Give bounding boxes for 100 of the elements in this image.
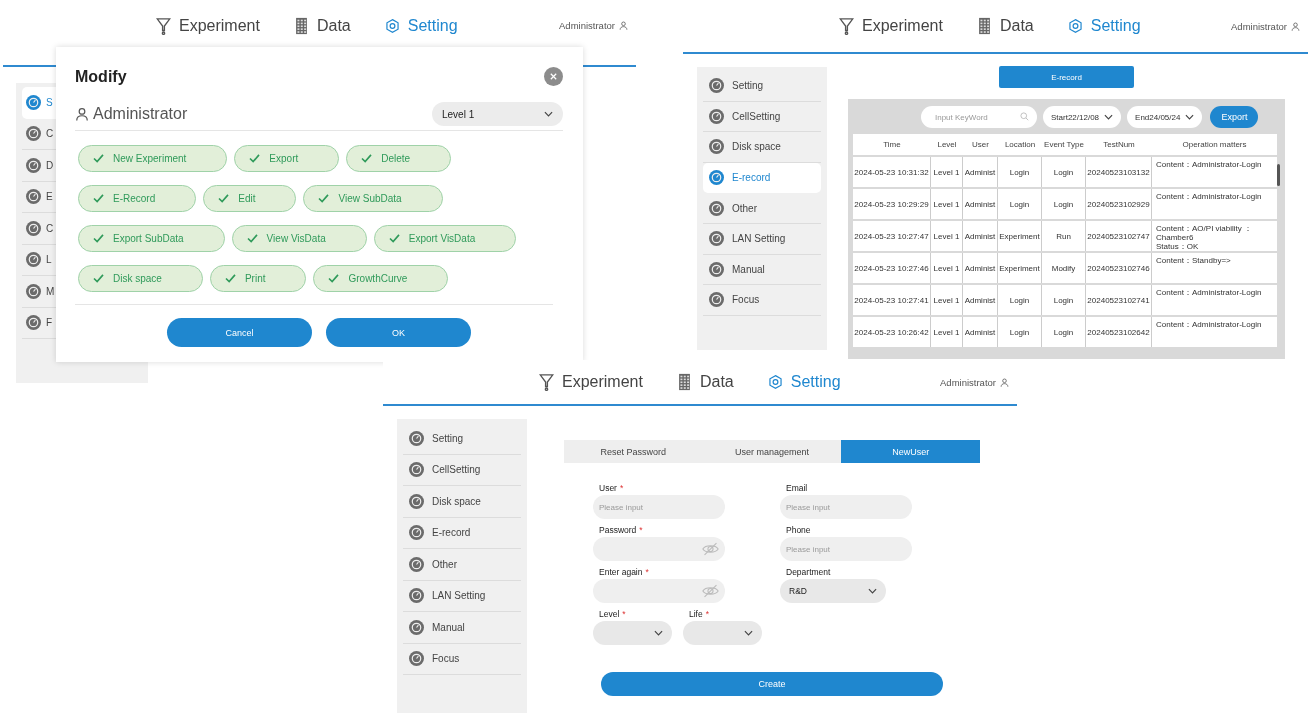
select-field[interactable] — [683, 621, 762, 645]
sidebar-item[interactable]: Disk space — [403, 486, 521, 518]
user-name: Administrator — [559, 20, 615, 31]
dialog-title: Modify — [75, 67, 127, 86]
circle-icon — [26, 252, 41, 268]
sidebar-item[interactable]: CellSetting — [703, 101, 821, 133]
table-cell-text: Content：AO/PI viability ：Chamber6 Status：OK — [1155, 223, 1254, 251]
circle-icon — [409, 430, 424, 446]
grid-icon — [976, 17, 992, 35]
sidebar-item[interactable]: LAN Setting — [703, 223, 821, 255]
sidebar-item[interactable]: Setting — [703, 71, 821, 102]
table-cell: Level 1 — [931, 189, 963, 219]
field-label: Level — [599, 609, 620, 619]
start-date-select[interactable]: Start22/12/08 — [1043, 106, 1122, 128]
check-icon — [328, 274, 340, 283]
circle-icon — [709, 139, 724, 155]
table-cell: Experiment — [998, 221, 1042, 251]
table-cell: Administ — [963, 285, 998, 315]
nav-tab[interactable]: Setting — [384, 16, 458, 35]
check-icon — [218, 194, 230, 203]
nav-tab[interactable]: Data — [676, 373, 734, 391]
funnel-icon — [839, 17, 854, 35]
password-field[interactable] — [593, 579, 725, 603]
level-select[interactable]: Level 1 — [432, 102, 563, 126]
sidebar-item[interactable]: Other — [403, 549, 521, 581]
sidebar-item[interactable]: LAN Setting — [403, 580, 521, 612]
person-icon — [1000, 377, 1009, 387]
sidebar-item[interactable]: Other — [703, 193, 821, 224]
check-icon — [388, 234, 400, 243]
nav-tab[interactable]: Data — [293, 16, 351, 35]
password-field[interactable] — [593, 537, 725, 561]
tab[interactable]: NewUser — [841, 440, 980, 463]
sidebar-item[interactable]: Focus — [703, 285, 821, 316]
required-mark: * — [619, 483, 624, 493]
table-cell: 2024-05-23 10:27:47 — [853, 221, 931, 251]
table-cell-text: Content：Administrator-Login — [1155, 319, 1263, 331]
close-button[interactable] — [544, 67, 563, 86]
input-field[interactable]: Please input — [593, 495, 725, 519]
circle-icon — [26, 283, 41, 299]
nav-tab[interactable]: Experiment — [539, 373, 643, 391]
caret-icon — [1104, 114, 1114, 120]
sidebar-item[interactable]: Setting — [403, 423, 521, 455]
circle-icon — [26, 189, 41, 205]
circle-icon — [709, 170, 724, 186]
column-header: Operation matters — [1181, 139, 1248, 151]
table-cell: 2024-05-23 10:26:42 — [853, 317, 931, 347]
export-button[interactable]: Export — [1210, 106, 1259, 128]
circle-icon — [26, 220, 41, 236]
tab[interactable]: User management — [702, 440, 842, 463]
table-cell: Login — [1042, 157, 1086, 187]
search-icon — [1020, 111, 1029, 121]
sidebar-item[interactable]: Manual — [703, 254, 821, 286]
check-icon — [93, 234, 104, 243]
scrollbar-thumb[interactable] — [1277, 164, 1280, 186]
circle-icon — [709, 261, 724, 277]
department-select[interactable]: R&D — [780, 579, 886, 603]
circle-icon — [409, 493, 424, 509]
required-mark: * — [622, 609, 626, 619]
gear-icon — [767, 373, 783, 391]
grid-icon — [676, 373, 692, 391]
caret-icon — [744, 630, 753, 636]
sidebar-item[interactable]: E-record — [403, 517, 521, 549]
nav-tab[interactable]: Experiment — [839, 17, 943, 35]
nav-tab[interactable]: Setting — [1067, 17, 1141, 35]
required-mark: * — [705, 609, 710, 619]
table-cell: 2024-05-23 10:29:29 — [853, 189, 931, 219]
select-field[interactable] — [593, 621, 672, 645]
table-cell: Administ — [963, 189, 998, 219]
field-label: Department — [786, 567, 831, 577]
sidebar-item[interactable]: E-record — [703, 162, 821, 194]
create-button[interactable]: Create — [601, 672, 943, 696]
table-cell: Login — [1042, 189, 1086, 219]
tab[interactable]: Reset Password — [564, 440, 703, 463]
table-cell: 20240523102746 — [1086, 253, 1152, 283]
table-cell: 20240523102642 — [1086, 317, 1152, 347]
table-cell: Run — [1042, 221, 1086, 251]
circle-icon — [709, 78, 724, 94]
table-cell-text: Content：Administrator-Login — [1155, 287, 1263, 299]
person-icon — [619, 21, 628, 30]
end-date-select[interactable]: End24/05/24 — [1127, 106, 1203, 128]
column-header: Level — [936, 139, 958, 151]
input-field[interactable]: Please input — [780, 537, 912, 561]
column-header: TestNum — [1102, 139, 1136, 151]
table-cell: 2024-05-23 10:31:32 — [853, 157, 931, 187]
sidebar-item[interactable]: CellSetting — [403, 454, 521, 486]
circle-icon — [26, 94, 41, 110]
dialog-button[interactable]: Cancel — [167, 318, 312, 347]
input-field[interactable]: Please input — [780, 495, 912, 519]
dialog-button[interactable]: OK — [326, 318, 471, 347]
nav-tab[interactable]: Setting — [767, 373, 841, 391]
sidebar-item[interactable]: Manual — [403, 612, 521, 644]
check-icon — [318, 194, 330, 203]
sidebar-item[interactable]: Disk space — [703, 132, 821, 163]
check-icon — [246, 234, 258, 243]
funnel-icon — [156, 16, 171, 35]
e-record-button[interactable]: E-record — [999, 66, 1134, 88]
nav-tab[interactable]: Data — [976, 17, 1034, 35]
sidebar-item[interactable]: Focus — [403, 643, 521, 675]
search-field[interactable]: Input KeyWord — [921, 106, 1037, 129]
nav-tab[interactable]: Experiment — [156, 16, 260, 35]
